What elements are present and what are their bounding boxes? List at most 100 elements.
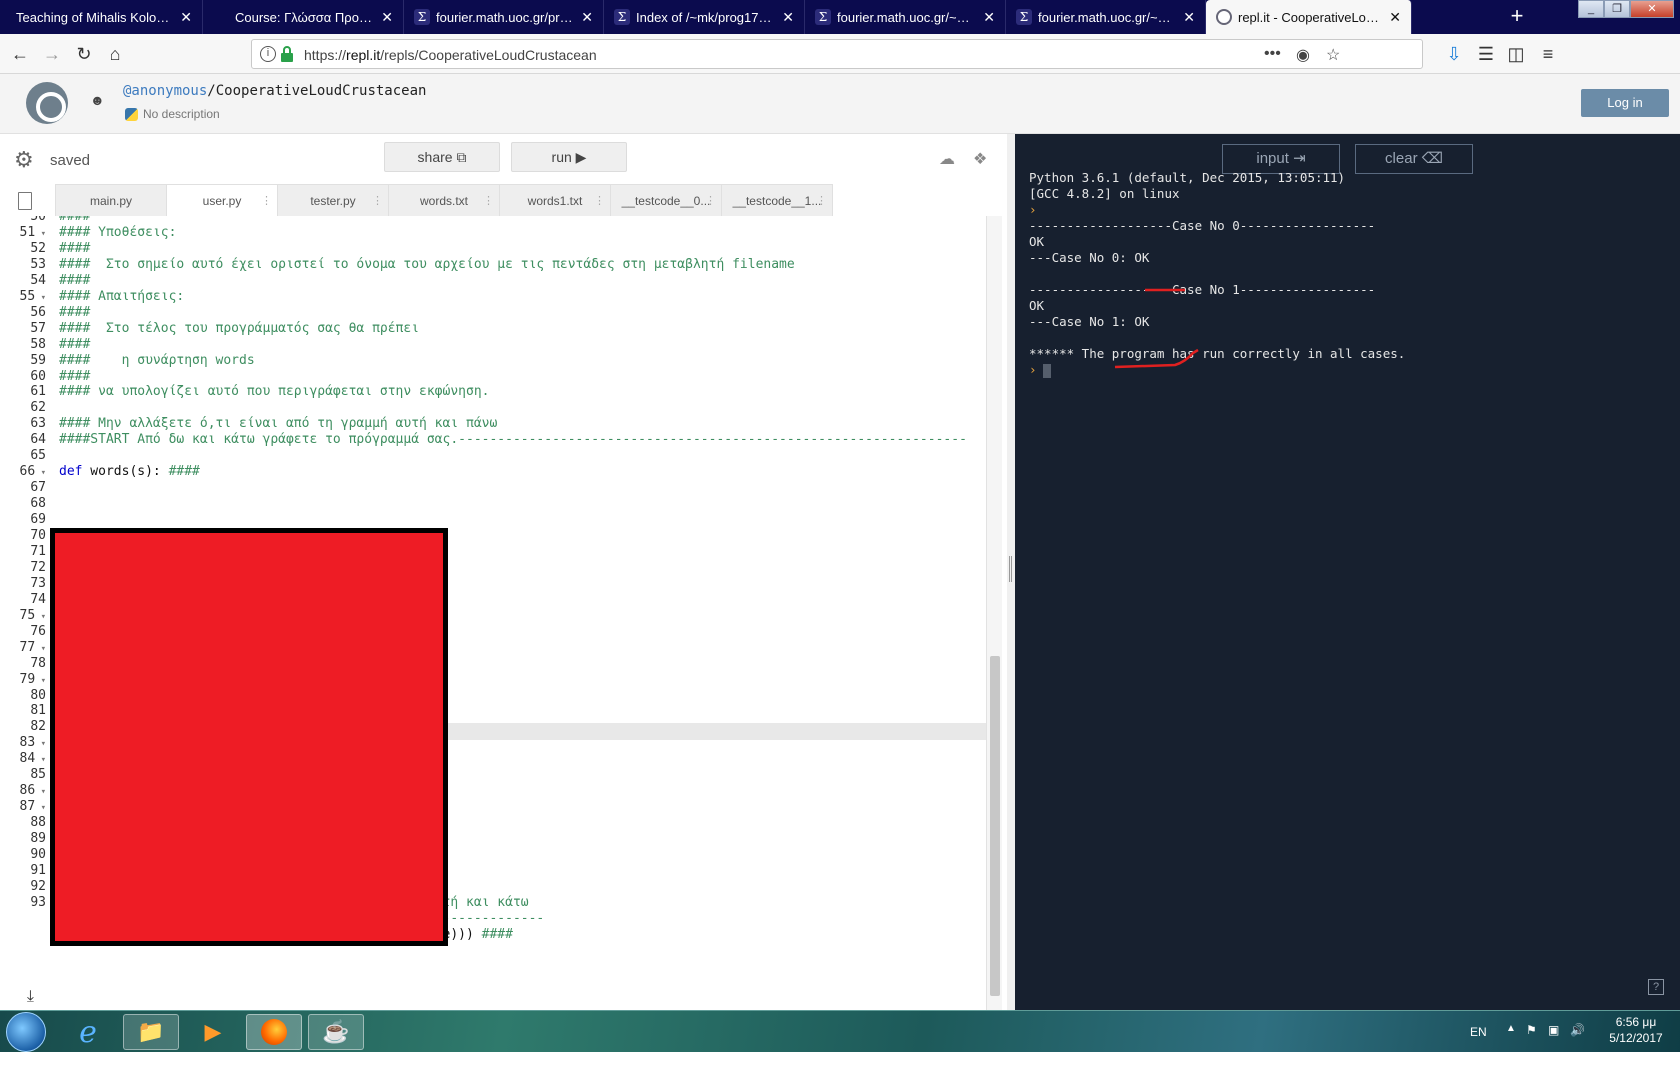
code-editor[interactable]: 50 51 ▾ 52 53 54 55 ▾ 56 57 58 59 60 61 62…: [0, 216, 1007, 1010]
browser-tab[interactable]: Σ Index of /~mk/prog1718/files✕: [604, 0, 805, 34]
home-icon[interactable]: ⌂: [101, 40, 129, 68]
file-tab-menu-icon[interactable]: ⋮: [816, 185, 827, 217]
help-icon[interactable]: ?: [1648, 979, 1664, 995]
splitter-grip-icon[interactable]: [1009, 556, 1012, 582]
minimize-button[interactable]: _: [1578, 0, 1604, 18]
anonymous-user-icon: ☻: [90, 92, 105, 108]
file-tab[interactable]: words.txt ⋮: [388, 184, 500, 216]
file-tab[interactable]: user.py ⋮: [166, 184, 278, 216]
language-indicator[interactable]: EN: [1470, 1025, 1487, 1039]
editor-scrollbar[interactable]: [986, 216, 1002, 1010]
close-tab-icon[interactable]: ✕: [1177, 9, 1195, 26]
pocket-icon[interactable]: ◉: [1296, 45, 1310, 65]
file-tab[interactable]: __testcode__1... ⋮: [721, 184, 833, 216]
fold-arrow-icon[interactable]: ▾: [35, 755, 46, 765]
fold-arrow-icon[interactable]: ▾: [35, 612, 46, 622]
cloud-upload-icon[interactable]: ☁: [939, 149, 955, 169]
browser-tab[interactable]: repl.it - CooperativeLoudCrustacean✕: [1206, 0, 1412, 34]
share-icon: ⧉: [456, 149, 467, 165]
file-tab-menu-icon[interactable]: ⋮: [261, 185, 272, 217]
tab-title: fourier.math.uoc.gr/~mk/prog: [1038, 9, 1178, 25]
run-button[interactable]: run ▶: [511, 142, 627, 172]
line-number: 68: [30, 496, 46, 512]
bookmark-star-icon[interactable]: ☆: [1326, 45, 1340, 65]
fold-arrow-icon[interactable]: ▾: [35, 739, 46, 749]
browser-tab[interactable]: Σfourier.math.uoc.gr/~mk/prog✕: [805, 0, 1006, 34]
file-tab[interactable]: words1.txt ⋮: [499, 184, 611, 216]
clock-time[interactable]: 6:56 μμ: [1606, 1015, 1666, 1029]
console-panel[interactable]: input ⇥ clear ⌫ Python 3.6.1 (default, D…: [1015, 134, 1680, 1010]
file-tab-menu-icon[interactable]: ⋮: [483, 185, 494, 217]
url-text: https://repl.it/repls/CooperativeLoudCru…: [304, 47, 597, 63]
fold-arrow-icon[interactable]: ▾: [35, 468, 46, 478]
repl-logo[interactable]: [26, 82, 68, 124]
line-number: 87 ▾: [19, 799, 47, 815]
close-tab-icon[interactable]: ✕: [575, 9, 593, 26]
action-center-flag-icon[interactable]: ⚑: [1526, 1023, 1537, 1037]
fold-arrow-icon[interactable]: ▾: [35, 293, 46, 303]
download-icon[interactable]: ⇩: [1440, 40, 1468, 68]
file-tab-menu-icon[interactable]: ⋮: [705, 185, 716, 217]
new-file-icon[interactable]: [18, 192, 32, 210]
show-hidden-icons-icon[interactable]: ▲: [1506, 1023, 1516, 1034]
start-button[interactable]: [6, 1012, 46, 1052]
close-tab-icon[interactable]: ✕: [174, 9, 192, 26]
library-icon[interactable]: ☰: [1472, 40, 1500, 68]
fold-arrow-icon[interactable]: ▾: [35, 229, 46, 239]
file-tab[interactable]: main.py: [55, 184, 167, 216]
forward-arrow-icon[interactable]: →: [38, 40, 66, 68]
fold-arrow-icon[interactable]: ▾: [35, 803, 46, 813]
back-arrow-icon[interactable]: ←: [6, 40, 34, 68]
line-number: 65: [30, 448, 46, 464]
close-tab-icon[interactable]: ✕: [375, 9, 393, 26]
system-tray: EN ▲ ⚑ ▣ 🔊 6:56 μμ 5/12/2017: [1470, 1015, 1680, 1049]
line-number: 83 ▾: [19, 735, 47, 751]
browser-tab[interactable]: Σfourier.math.uoc.gr/~mk/prog✕: [1006, 0, 1206, 34]
browser-tab[interactable]: Course: Γλώσσα Προγραμματισμού✕: [203, 0, 404, 34]
sidebar-icon[interactable]: ◫: [1502, 40, 1530, 68]
reload-icon[interactable]: ↻: [70, 40, 98, 68]
file-tab[interactable]: __testcode__0... ⋮: [610, 184, 722, 216]
close-tab-icon[interactable]: ✕: [776, 9, 794, 26]
login-button[interactable]: Log in: [1581, 89, 1669, 117]
volume-icon[interactable]: 🔊: [1570, 1023, 1585, 1037]
internet-explorer-icon[interactable]: e: [60, 1014, 116, 1050]
code-line: #### Απαιτήσεις:: [59, 288, 185, 304]
file-tab[interactable]: tester.py ⋮: [277, 184, 389, 216]
network-icon[interactable]: ▣: [1548, 1023, 1559, 1037]
close-window-button[interactable]: ✕: [1630, 0, 1674, 18]
media-player-icon[interactable]: ▶: [185, 1014, 241, 1050]
clock-date[interactable]: 5/12/2017: [1604, 1031, 1668, 1045]
underline-case-1: [1114, 348, 1199, 369]
code-line: ####: [59, 304, 91, 320]
close-tab-icon[interactable]: ✕: [977, 9, 995, 26]
fold-arrow-icon[interactable]: ▾: [35, 644, 46, 654]
code-line: #### Υποθέσεις:: [59, 224, 177, 240]
download-icon[interactable]: ⤓: [0, 986, 34, 1006]
gear-icon[interactable]: ⚙: [14, 147, 34, 173]
close-tab-icon[interactable]: ✕: [1383, 9, 1401, 26]
line-number: 72: [30, 559, 46, 575]
page-actions-icon[interactable]: •••: [1264, 45, 1281, 63]
fold-arrow-icon[interactable]: ▾: [35, 787, 46, 797]
repl-owner-link[interactable]: @anonymous: [123, 83, 207, 99]
file-tab-label: main.py: [89, 194, 133, 208]
package-icon[interactable]: ❖: [973, 149, 987, 169]
maximize-button[interactable]: ❐: [1604, 0, 1630, 18]
share-button[interactable]: share ⧉: [384, 142, 500, 172]
new-tab-button[interactable]: +: [1502, 0, 1532, 34]
file-tab-menu-icon[interactable]: ⋮: [594, 185, 605, 217]
browser-tab[interactable]: Σfourier.math.uoc.gr/prog1/#✕: [404, 0, 604, 34]
fold-arrow-icon[interactable]: ▾: [35, 676, 46, 686]
line-number: 86 ▾: [19, 783, 47, 799]
menu-icon[interactable]: ≡: [1534, 40, 1562, 68]
firefox-icon[interactable]: [246, 1014, 302, 1050]
scrollbar-thumb[interactable]: [990, 656, 1000, 996]
file-tab-menu-icon[interactable]: ⋮: [372, 185, 383, 217]
file-explorer-icon[interactable]: 📁: [123, 1014, 179, 1050]
site-info-icon[interactable]: i: [260, 46, 276, 62]
browser-tab[interactable]: Teaching of Mihalis Kolountzakis✕: [0, 0, 203, 34]
java-icon[interactable]: ☕: [308, 1014, 364, 1050]
address-bar[interactable]: i https://repl.it/repls/CooperativeLoudC…: [251, 39, 1423, 69]
panel-splitter[interactable]: [1007, 134, 1015, 1010]
